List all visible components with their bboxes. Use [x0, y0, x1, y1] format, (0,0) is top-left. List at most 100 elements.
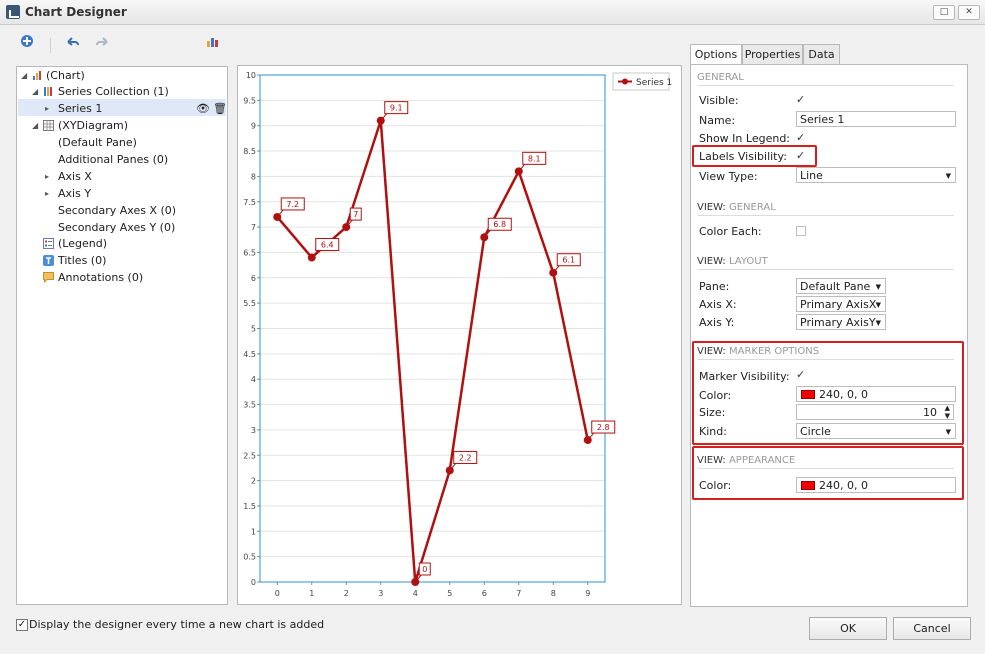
collapse-arrow-icon[interactable]: ◢	[32, 117, 40, 134]
legend-icon	[43, 237, 54, 249]
section-prefix: VIEW:	[697, 202, 726, 213]
pane-value: Default Pane	[800, 280, 871, 293]
visible-checkbox[interactable]: ✓	[796, 94, 807, 105]
expand-arrow-icon[interactable]: ▸	[45, 185, 53, 202]
axis-x-value: Primary AxisX	[800, 298, 877, 311]
tree-node-secondary-axes-x[interactable]: Secondary Axes X (0)	[58, 202, 176, 219]
legend-label-series-1: Series 1	[636, 78, 672, 88]
expand-arrow-icon[interactable]: ▸	[45, 168, 53, 185]
chart-preview[interactable]: 0 0.5 1 1.5 2 2.5 3 3.5 4 4.5 5 5.5 6 6.5 7 7.5 8 8.5 9 9.5…	[237, 65, 682, 605]
y-tick-label: 5	[251, 325, 256, 334]
y-tick-label: 7.5	[243, 198, 256, 207]
display-designer-checkbox[interactable]: ✓	[16, 619, 28, 631]
tree-node-additional-panes[interactable]: Additional Panes (0)	[58, 151, 168, 168]
diagram-icon	[43, 119, 54, 131]
x-tick-label: 1	[309, 589, 314, 598]
chart-wizard-icon[interactable]	[203, 34, 223, 54]
titles-icon	[43, 254, 54, 266]
pane-label: Pane:	[699, 280, 730, 293]
tab-data[interactable]: Data	[803, 44, 840, 66]
data-label: 2.8	[597, 423, 610, 432]
section-divider	[698, 215, 954, 216]
highlight-marker-options	[692, 341, 964, 445]
name-field[interactable]: Series 1	[796, 111, 956, 127]
y-tick-label: 0	[251, 578, 256, 587]
legend-dot-marker	[622, 78, 628, 85]
chart-elements-tree[interactable]: ◢ (Chart) ◢ Series Collection (1) ▸ Seri…	[16, 66, 228, 605]
tree-label-default-pane: (Default Pane)	[58, 136, 137, 149]
section-view-layout-header: VIEW: LAYOUT	[697, 256, 768, 267]
data-label: 7	[353, 210, 358, 219]
data-label: 2.2	[459, 453, 472, 462]
name-label: Name:	[699, 114, 736, 127]
color-each-checkbox[interactable]	[796, 226, 806, 236]
y-tick-label: 0.5	[243, 553, 256, 562]
axis-y-label: Axis Y:	[699, 316, 735, 329]
ok-button[interactable]: OK	[809, 617, 887, 640]
chart-legend: Series 1	[612, 72, 672, 91]
y-tick-label: 4	[251, 375, 256, 384]
y-tick-label: 6	[251, 274, 256, 283]
tree-label-annotations: Annotations (0)	[58, 271, 144, 284]
collapse-arrow-icon[interactable]: ◢	[21, 67, 29, 84]
highlight-labels-visibility	[692, 145, 817, 167]
restore-button[interactable]: □	[933, 5, 955, 20]
tree-label-xydiagram: (XYDiagram)	[58, 119, 129, 132]
y-tick-label: 2	[251, 477, 256, 486]
dropdown-arrow-icon: ▼	[875, 319, 881, 327]
close-button[interactable]: ✕	[958, 5, 980, 20]
pane-select[interactable]: Default Pane ▼	[796, 278, 886, 294]
add-series-icon[interactable]	[17, 34, 37, 54]
view-type-value: Line	[800, 169, 823, 182]
section-view-general-header: VIEW: GENERAL	[697, 202, 776, 213]
section-divider	[698, 85, 954, 86]
section-prefix: VIEW:	[697, 256, 726, 267]
section-name: LAYOUT	[728, 256, 768, 267]
y-tick-label: 2.5	[243, 451, 256, 460]
y-tick-label: 5.5	[243, 299, 256, 308]
y-tick-label: 9	[251, 122, 256, 131]
eye-icon[interactable]: 👁	[196, 100, 210, 117]
tree-node-default-pane[interactable]: (Default Pane)	[58, 134, 137, 151]
view-type-select[interactable]: Line ▼	[796, 167, 956, 183]
view-type-label: View Type:	[699, 170, 758, 183]
tab-properties[interactable]: Properties	[742, 44, 803, 66]
tree-label-additional-panes: Additional Panes (0)	[58, 153, 169, 166]
tree-label-axis-x: Axis X	[58, 170, 92, 183]
axis-x-label: Axis X:	[699, 298, 737, 311]
x-tick-label: 5	[447, 589, 452, 598]
axis-y-value: Primary AxisY	[800, 316, 876, 329]
display-designer-label: Display the designer every time a new ch…	[29, 618, 325, 631]
x-tick-label: 3	[378, 589, 383, 598]
window-title: Chart Designer	[25, 5, 127, 19]
expand-arrow-icon[interactable]: ▸	[45, 100, 53, 117]
tree-label-series-collection: Series Collection (1)	[58, 85, 169, 98]
cancel-button[interactable]: Cancel	[893, 617, 971, 640]
y-tick-label: 3	[251, 426, 256, 435]
section-general-header: GENERAL	[697, 72, 744, 83]
data-label: 8.1	[528, 154, 541, 163]
y-tick-label: 8.5	[243, 147, 256, 156]
tree-label-chart: (Chart)	[46, 69, 85, 82]
collapse-arrow-icon[interactable]: ◢	[32, 83, 40, 100]
series-collection-icon	[43, 85, 54, 96]
annotations-icon	[43, 271, 54, 284]
tree-node-series-1[interactable]: ▸ Series 1 👁 🗑	[45, 100, 227, 117]
visible-label: Visible:	[699, 94, 739, 107]
tree-label-secondary-axes-x: Secondary Axes X (0)	[58, 204, 177, 217]
x-tick-label: 7	[516, 589, 521, 598]
show-in-legend-checkbox[interactable]: ✓	[796, 132, 807, 143]
tree-label-series-1: Series 1	[58, 102, 103, 115]
x-tick-label: 8	[551, 589, 556, 598]
redo-icon[interactable]	[92, 34, 112, 54]
data-label: 6.8	[493, 220, 506, 229]
axis-x-select[interactable]: Primary AxisX ▼	[796, 296, 886, 312]
data-label: 9.1	[390, 104, 403, 113]
chart-icon	[32, 69, 43, 80]
trash-icon[interactable]: 🗑	[213, 100, 227, 117]
undo-icon[interactable]	[63, 34, 83, 54]
y-tick-label: 3.5	[243, 401, 256, 410]
axis-y-select[interactable]: Primary AxisY ▼	[796, 314, 886, 330]
dropdown-arrow-icon: ▼	[875, 301, 881, 309]
tree-node-secondary-axes-y[interactable]: Secondary Axes Y (0)	[58, 219, 175, 236]
